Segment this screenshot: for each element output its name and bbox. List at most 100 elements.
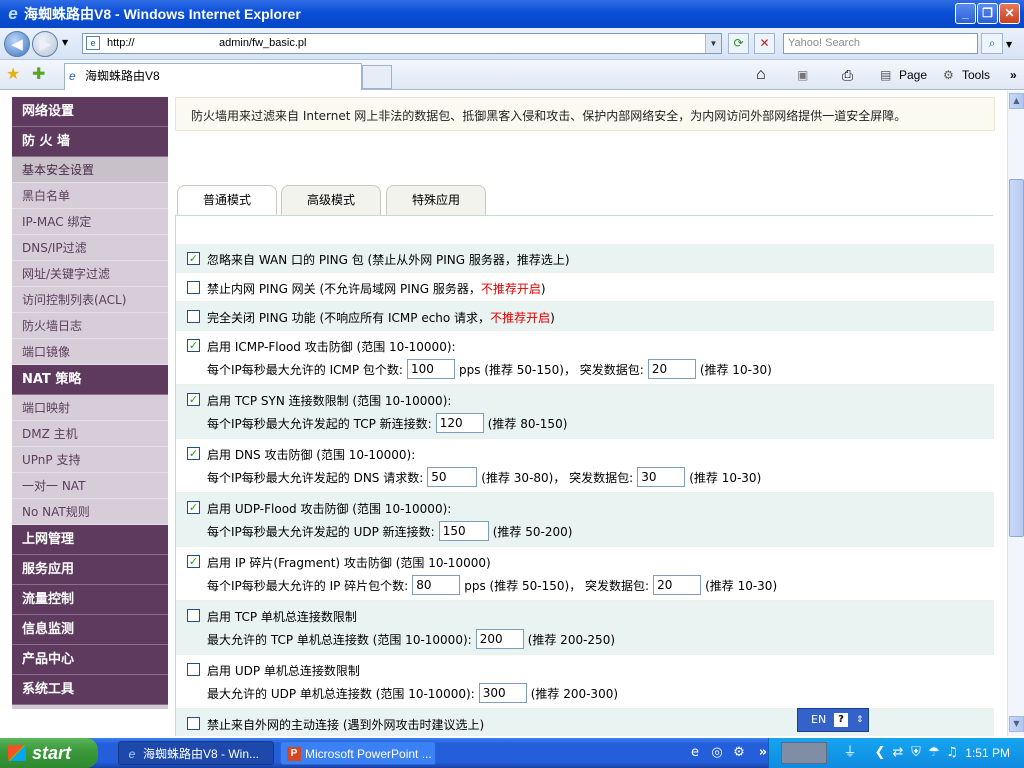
sidebar-item-one-to-one-nat[interactable]: 一对一 NAT xyxy=(12,473,168,499)
udp-limit-input[interactable] xyxy=(438,521,489,541)
sidebar-item-dns-ip-filter[interactable]: DNS/IP过滤 xyxy=(12,235,168,261)
tcp-syn-limit-input[interactable] xyxy=(435,413,484,433)
tools-menu[interactable]: Tools xyxy=(962,65,990,85)
start-button[interactable]: start xyxy=(0,738,98,768)
ip-fragment-checkbox[interactable]: ✓ xyxy=(187,555,200,568)
browser-tab[interactable]: e 海蜘蛛路由V8 xyxy=(64,63,362,90)
sub-label: 每个IP每秒最大允许的 ICMP 包个数: xyxy=(207,362,403,377)
network-plug-icon[interactable]: ⏚ xyxy=(841,744,859,762)
sidebar-section-services[interactable]: 服务应用 xyxy=(12,555,168,585)
icmp-burst-input[interactable] xyxy=(647,359,696,379)
scroll-down-icon[interactable]: ▼ xyxy=(1009,716,1024,732)
udp-total-limit-checkbox[interactable] xyxy=(187,663,200,676)
back-button[interactable]: ◀ xyxy=(4,31,30,57)
search-input[interactable]: Yahoo! Search xyxy=(783,33,978,54)
address-dropdown-icon[interactable]: ▼ xyxy=(705,34,721,53)
sidebar-section-network[interactable]: 网络设置 xyxy=(12,97,168,127)
sidebar-item-ip-mac[interactable]: IP-MAC 绑定 xyxy=(12,209,168,235)
disable-ping-checkbox[interactable] xyxy=(187,310,200,323)
sidebar-item-dmz[interactable]: DMZ 主机 xyxy=(12,421,168,447)
history-dropdown-icon[interactable]: ▼ xyxy=(62,38,68,47)
sidebar-section-nat[interactable]: NAT 策略 xyxy=(12,365,168,395)
address-input[interactable]: e http:// admin/fw_basic.pl ▼ xyxy=(82,33,722,54)
main-panel: 防火墙用来过滤来自 Internet 网上非法的数据包、抵御黑客入侵和攻击、保护… xyxy=(175,97,995,736)
sidebar-item-port-mirror[interactable]: 端口镜像 xyxy=(12,339,168,365)
print-icon[interactable]: ⎙ xyxy=(842,65,853,85)
quicklaunch-app-icon[interactable]: ◎ xyxy=(708,744,726,762)
quicklaunch-settings-icon[interactable]: ⚙ xyxy=(730,744,748,762)
tray-network-icon[interactable]: ⇄ xyxy=(889,744,907,762)
option-row: 禁止来自外网的主动连接 (遇到外网攻击时建议选上) xyxy=(176,709,994,736)
ignore-wan-ping-checkbox[interactable]: ✓ xyxy=(187,252,200,265)
sidebar-item-no-nat[interactable]: No NAT规则 xyxy=(12,499,168,525)
fragment-limit-input[interactable] xyxy=(412,575,461,595)
clock: 1:51 PM xyxy=(965,746,1010,760)
scroll-up-icon[interactable]: ▲ xyxy=(1009,93,1024,109)
feeds-icon[interactable]: ▣ xyxy=(797,65,808,85)
icmp-limit-input[interactable] xyxy=(406,359,455,379)
tray-shield-icon[interactable]: ⛨ xyxy=(907,744,925,762)
language-bar[interactable]: EN ? ⇕ xyxy=(797,708,869,732)
dns-burst-input[interactable] xyxy=(637,467,686,487)
restore-button[interactable]: ❐ xyxy=(977,3,998,24)
scroll-thumb[interactable] xyxy=(1009,179,1024,537)
sidebar-section-internet[interactable]: 上网管理 xyxy=(12,525,168,555)
block-lan-ping-checkbox[interactable] xyxy=(187,281,200,294)
option-subline: 每个IP每秒最大允许发起的 DNS 请求数: (推荐 30-80)， 突发数据包… xyxy=(207,467,761,487)
dns-limit-input[interactable] xyxy=(427,467,478,487)
icmp-flood-checkbox[interactable]: ✓ xyxy=(187,339,200,352)
sidebar-section-products[interactable]: 产品中心 xyxy=(12,645,168,675)
sidebar-item-upnp[interactable]: UPnP 支持 xyxy=(12,447,168,473)
langbar-options-icon[interactable]: ⇕ xyxy=(856,709,864,731)
option-subline: 每个IP每秒最大允许的 IP 碎片包个数: pps (推荐 50-150)， 突… xyxy=(207,575,777,595)
favorites-star-icon[interactable]: ★ xyxy=(6,64,20,83)
tcp-total-limit-checkbox[interactable] xyxy=(187,609,200,622)
sidebar-item-black-white-list[interactable]: 黑白名单 xyxy=(12,183,168,209)
minimize-button[interactable]: _ xyxy=(955,3,976,24)
sidebar-section-monitor[interactable]: 信息监测 xyxy=(12,615,168,645)
sidebar-item-url-filter[interactable]: 网址/关键字过滤 xyxy=(12,261,168,287)
add-favorite-icon[interactable]: ✚ xyxy=(32,64,45,83)
taskbar-item-powerpoint[interactable]: P Microsoft PowerPoint ... xyxy=(280,741,436,765)
close-window-button[interactable]: ✕ xyxy=(999,3,1020,24)
tab-normal-mode[interactable]: 普通模式 xyxy=(177,185,277,216)
sidebar-section-system[interactable]: 系统工具 xyxy=(12,675,168,705)
home-icon[interactable]: ⌂ xyxy=(756,65,766,85)
refresh-icon[interactable]: ⟳ xyxy=(728,33,749,54)
vertical-scrollbar[interactable]: ▲ ▼ xyxy=(1007,91,1024,736)
search-icon[interactable]: ⌕ xyxy=(981,33,1003,54)
tray-back-icon[interactable]: ❮ xyxy=(871,744,889,762)
sidebar-section-traffic[interactable]: 流量控制 xyxy=(12,585,168,615)
block-wan-inbound-checkbox[interactable] xyxy=(187,717,200,730)
option-row: ✓ 启用 UDP-Flood 攻击防御 (范围 10-10000): 每个IP每… xyxy=(176,493,994,547)
tab-special-app[interactable]: 特殊应用 xyxy=(386,185,486,215)
sub-label: 每个IP每秒最大允许发起的 DNS 请求数: xyxy=(207,470,424,485)
chevron-more-icon[interactable]: » xyxy=(1010,65,1017,85)
sidebar-item-acl[interactable]: 访问控制列表(ACL) xyxy=(12,287,168,313)
sidebar-section-firewall[interactable]: 防 火 墙 xyxy=(12,127,168,157)
volume-icon[interactable]: ♫ xyxy=(943,744,961,762)
sidebar-item-port-mapping[interactable]: 端口映射 xyxy=(12,395,168,421)
taskbar-item-ie[interactable]: e 海蜘蛛路由V8 - Win... xyxy=(118,741,274,765)
udp-flood-checkbox[interactable]: ✓ xyxy=(187,501,200,514)
tab-advanced-mode[interactable]: 高级模式 xyxy=(281,185,381,215)
sidebar-item-firewall-log[interactable]: 防火墙日志 xyxy=(12,313,168,339)
new-tab-button[interactable] xyxy=(362,65,392,89)
search-options-icon[interactable]: ▼ xyxy=(1006,40,1012,49)
tray-input-box[interactable] xyxy=(781,742,827,764)
tray-app-icon[interactable]: ☂ xyxy=(925,744,943,762)
language-indicator[interactable]: EN xyxy=(811,709,826,731)
help-icon[interactable]: ? xyxy=(834,713,848,727)
dns-attack-checkbox[interactable]: ✓ xyxy=(187,447,200,460)
tcp-total-input[interactable] xyxy=(475,629,524,649)
udp-total-input[interactable] xyxy=(478,683,527,703)
sidebar-item-basic-security[interactable]: 基本安全设置 xyxy=(12,157,168,183)
quicklaunch-ie-icon[interactable]: e xyxy=(686,744,704,762)
stop-icon[interactable]: ✕ xyxy=(754,33,775,54)
sub-label: (推荐 200-250) xyxy=(527,632,616,647)
tcp-syn-checkbox[interactable]: ✓ xyxy=(187,393,200,406)
page-menu[interactable]: Page xyxy=(899,65,927,85)
taskbar-item-label: 海蜘蛛路由V8 - Win... xyxy=(143,747,260,761)
forward-button[interactable]: ▶ xyxy=(32,31,58,57)
fragment-burst-input[interactable] xyxy=(653,575,702,595)
